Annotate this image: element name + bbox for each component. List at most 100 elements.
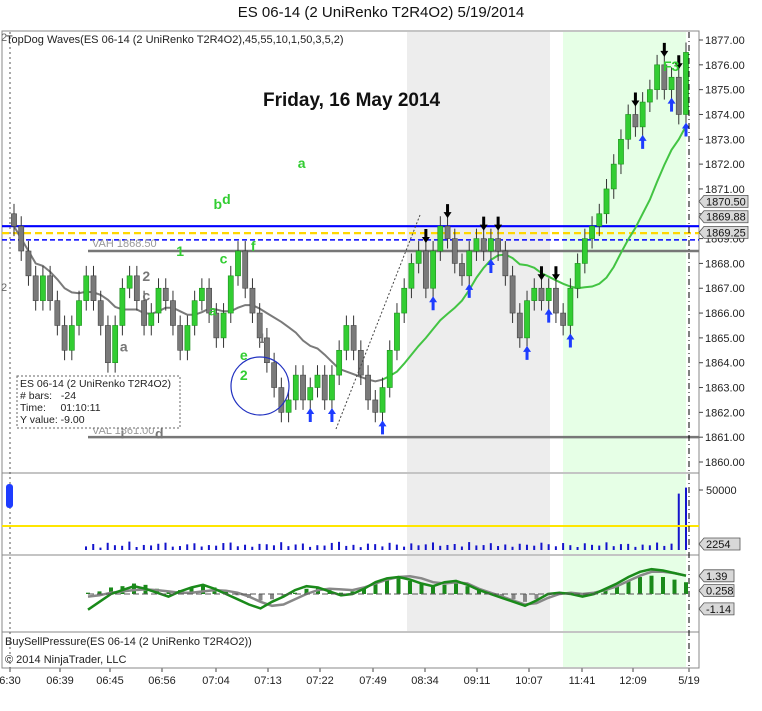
osc-histogram-bar[interactable] [270, 594, 274, 600]
volume-bar[interactable] [511, 546, 514, 550]
renko-bar[interactable] [632, 114, 639, 128]
volume-bar[interactable] [294, 544, 297, 550]
osc-histogram-bar[interactable] [442, 584, 447, 594]
volume-bar[interactable] [656, 542, 659, 550]
renko-bar[interactable] [488, 238, 494, 252]
renko-bar[interactable] [610, 163, 617, 190]
volume-bar[interactable] [186, 544, 189, 550]
renko-bar[interactable] [119, 287, 126, 326]
volume-bar[interactable] [591, 544, 594, 550]
volume-bar[interactable] [685, 487, 687, 550]
volume-bar[interactable] [562, 543, 565, 550]
volume-bar[interactable] [244, 544, 247, 550]
volume-bar[interactable] [366, 543, 369, 550]
renko-bar[interactable] [105, 325, 111, 364]
volume-bar[interactable] [663, 545, 666, 550]
volume-bar[interactable] [410, 543, 413, 550]
volume-bar[interactable] [619, 544, 622, 550]
renko-bar[interactable] [437, 225, 444, 252]
osc-histogram-bar[interactable] [258, 594, 263, 601]
renko-bar[interactable] [47, 275, 54, 301]
volume-bar[interactable] [677, 493, 680, 550]
renko-bar[interactable] [177, 325, 184, 351]
renko-bar[interactable] [83, 275, 90, 301]
volume-bar[interactable] [338, 541, 341, 550]
volume-bar[interactable] [236, 546, 239, 550]
renko-bar[interactable] [148, 312, 155, 326]
renko-bar[interactable] [401, 287, 408, 314]
renko-bar[interactable] [278, 387, 285, 413]
volume-bar[interactable] [345, 545, 348, 550]
osc-histogram-bar[interactable] [408, 580, 412, 594]
renko-bar[interactable] [444, 225, 451, 239]
renko-bar[interactable] [76, 300, 82, 326]
renko-bar[interactable] [242, 250, 249, 289]
renko-bar[interactable] [531, 287, 538, 301]
osc-histogram-bar[interactable] [523, 594, 527, 602]
renko-bar[interactable] [343, 325, 350, 351]
volume-bar[interactable] [533, 545, 536, 550]
volume-bar[interactable] [121, 545, 124, 550]
osc-histogram-bar[interactable] [454, 583, 458, 594]
volume-bar[interactable] [489, 543, 492, 550]
volume-bar[interactable] [280, 542, 283, 550]
renko-bar[interactable] [596, 213, 603, 227]
volume-bar[interactable] [612, 546, 615, 550]
volume-bar[interactable] [157, 543, 160, 550]
renko-bar[interactable] [415, 250, 422, 264]
renko-bar[interactable] [386, 349, 393, 388]
volume-bar[interactable] [265, 544, 268, 550]
renko-bar[interactable] [422, 250, 429, 289]
volume-bar[interactable] [113, 545, 116, 550]
volume-bar[interactable] [648, 545, 651, 550]
volume-bar[interactable] [309, 546, 312, 550]
renko-bar[interactable] [675, 76, 682, 115]
renko-bar[interactable] [567, 287, 574, 326]
osc-histogram-bar[interactable] [465, 586, 470, 594]
volume-bar[interactable] [395, 544, 398, 550]
volume-bar[interactable] [475, 545, 478, 550]
volume-bar[interactable] [330, 542, 333, 550]
volume-bar[interactable] [388, 542, 391, 550]
renko-bar[interactable] [25, 250, 32, 277]
renko-bar[interactable] [451, 238, 458, 264]
volume-bar[interactable] [446, 544, 449, 550]
volume-bar[interactable] [222, 543, 225, 550]
renko-bar[interactable] [516, 312, 523, 339]
renko-bar[interactable] [646, 89, 653, 103]
renko-bar[interactable] [394, 312, 400, 351]
volume-bar[interactable] [229, 542, 232, 550]
volume-bar[interactable] [287, 546, 290, 550]
volume-bar[interactable] [641, 544, 644, 550]
renko-bar[interactable] [502, 250, 509, 277]
volume-bar[interactable] [164, 542, 167, 550]
volume-bar[interactable] [359, 547, 362, 550]
volume-bar[interactable] [670, 543, 673, 550]
volume-bar[interactable] [504, 544, 507, 550]
osc-histogram-bar[interactable] [396, 578, 401, 594]
renko-bar[interactable] [54, 300, 61, 326]
volume-bar[interactable] [431, 542, 434, 550]
renko-bar[interactable] [372, 399, 379, 413]
renko-bar[interactable] [524, 300, 530, 339]
renko-bar[interactable] [668, 76, 675, 90]
volume-bar[interactable] [453, 544, 456, 550]
renko-bar[interactable] [126, 275, 133, 289]
osc-histogram-bar[interactable] [661, 577, 665, 594]
volume-bar[interactable] [352, 544, 355, 550]
renko-bar[interactable] [112, 325, 119, 364]
volume-bar[interactable] [215, 545, 218, 550]
osc-histogram-bar[interactable] [638, 577, 642, 594]
renko-bar[interactable] [133, 275, 140, 301]
renko-bar[interactable] [292, 374, 299, 401]
volume-bar[interactable] [554, 546, 557, 550]
volume-bar[interactable] [171, 546, 174, 550]
volume-bar[interactable] [460, 546, 463, 550]
volume-bar[interactable] [598, 545, 601, 550]
renko-bar[interactable] [32, 275, 39, 301]
volume-bar[interactable] [525, 544, 528, 550]
renko-bar[interactable] [495, 238, 502, 252]
osc-histogram-bar[interactable] [649, 575, 654, 594]
renko-bar[interactable] [184, 325, 191, 351]
chart-svg[interactable]: abi2cd1bdcafe21a 1877.001876.001875.0018… [0, 0, 762, 711]
